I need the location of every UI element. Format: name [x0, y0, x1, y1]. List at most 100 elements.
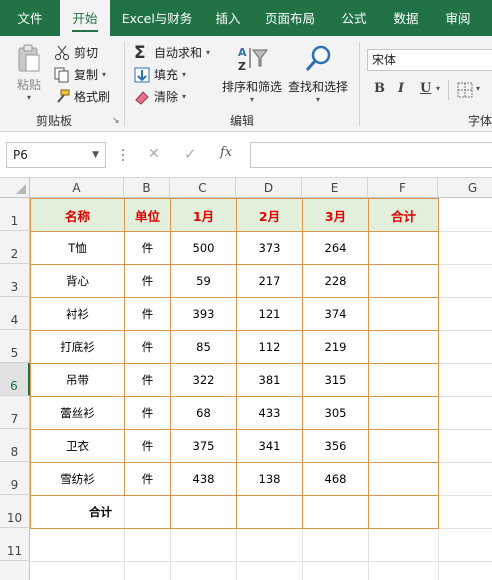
row-header-11[interactable]: 11	[0, 528, 30, 561]
table-cell-feb[interactable]: 373	[236, 231, 303, 265]
cut-button[interactable]: 剪切	[54, 44, 98, 61]
table-cell-feb[interactable]: 341	[236, 429, 303, 463]
underline-button[interactable]: U	[420, 81, 431, 96]
table-cell-unit[interactable]: 件	[124, 363, 171, 397]
table-cell-jan[interactable]: 68	[170, 396, 237, 430]
column-header-g[interactable]: G	[438, 178, 492, 198]
table-cell-mar[interactable]: 264	[302, 231, 369, 265]
fx-icon[interactable]: fx	[220, 145, 232, 160]
table-cell-total[interactable]	[368, 363, 439, 397]
select-all-corner[interactable]	[0, 178, 30, 198]
table-cell-name[interactable]: 卫衣	[30, 429, 125, 463]
underline-dropdown-icon[interactable]: ▾	[436, 84, 440, 93]
table-cell-name[interactable]: 衬衫	[30, 297, 125, 331]
column-header-c[interactable]: C	[170, 178, 236, 198]
header-cell-mar[interactable]: 3月	[302, 198, 369, 232]
table-cell-mar[interactable]: 315	[302, 363, 369, 397]
table-cell-total[interactable]	[368, 396, 439, 430]
table-cell-unit[interactable]: 件	[124, 264, 171, 298]
table-cell-unit[interactable]: 件	[124, 396, 171, 430]
row-header-10[interactable]: 10	[0, 495, 30, 528]
autosum-button[interactable]: Σ 自动求和 ▾	[134, 44, 210, 61]
table-cell-unit[interactable]: 件	[124, 429, 171, 463]
row-header-1[interactable]: 1	[0, 198, 30, 231]
format-painter-button[interactable]: 格式刷	[54, 88, 110, 105]
header-cell-jan[interactable]: 1月	[170, 198, 237, 232]
table-cell-mar[interactable]: 305	[302, 396, 369, 430]
sort-filter-button[interactable]: A Z 排序和筛选 ▾	[222, 44, 282, 104]
column-header-d[interactable]: D	[236, 178, 302, 198]
table-cell-feb[interactable]: 433	[236, 396, 303, 430]
column-header-e[interactable]: E	[302, 178, 368, 198]
tab-review[interactable]: 审阅	[438, 0, 478, 36]
table-cell-jan[interactable]: 375	[170, 429, 237, 463]
table-cell-total[interactable]	[368, 297, 439, 331]
tab-data[interactable]: 数据	[386, 0, 426, 36]
table-cell-feb[interactable]: 138	[236, 462, 303, 496]
enter-icon[interactable]: ✓	[184, 145, 197, 163]
copy-button[interactable]: 复制 ▾	[54, 66, 106, 83]
table-cell-jan[interactable]: 393	[170, 297, 237, 331]
table-cell-unit[interactable]: 件	[124, 462, 171, 496]
table-cell-jan[interactable]: 438	[170, 462, 237, 496]
table-cell-total[interactable]	[368, 429, 439, 463]
table-cell-unit[interactable]: 件	[124, 330, 171, 364]
tab-excel-finance[interactable]: Excel与财务	[117, 0, 197, 36]
row-header-5[interactable]: 5	[0, 330, 30, 363]
row-header-6[interactable]: 6	[0, 363, 30, 396]
chevron-down-icon[interactable]: ▼	[92, 143, 99, 167]
tab-home[interactable]: 开始	[60, 0, 110, 37]
header-cell-feb[interactable]: 2月	[236, 198, 303, 232]
row-header-2[interactable]: 2	[0, 231, 30, 264]
column-header-b[interactable]: B	[124, 178, 170, 198]
row-header-7[interactable]: 7	[0, 396, 30, 429]
table-cell-feb[interactable]: 121	[236, 297, 303, 331]
fill-button[interactable]: 填充 ▾	[134, 66, 186, 83]
table-cell-jan[interactable]: 322	[170, 363, 237, 397]
table-cell-jan[interactable]: 59	[170, 264, 237, 298]
table-cell-feb[interactable]: 217	[236, 264, 303, 298]
cancel-icon[interactable]: ✕	[148, 146, 160, 162]
table-cell-feb[interactable]: 112	[236, 330, 303, 364]
table-cell-name[interactable]: 雪纺衫	[30, 462, 125, 496]
table-cell-unit[interactable]: 件	[124, 297, 171, 331]
table-cell-feb[interactable]: 381	[236, 363, 303, 397]
total-cell-feb[interactable]	[236, 495, 303, 529]
table-cell-unit[interactable]: 件	[124, 231, 171, 265]
table-cell-mar[interactable]: 219	[302, 330, 369, 364]
borders-button[interactable]	[457, 82, 473, 101]
row-header-8[interactable]: 8	[0, 429, 30, 462]
table-cell-total[interactable]	[368, 462, 439, 496]
header-cell-total[interactable]: 合计	[368, 198, 439, 232]
row-header-3[interactable]: 3	[0, 264, 30, 297]
table-cell-name[interactable]: T恤	[30, 231, 125, 265]
table-cell-total[interactable]	[368, 264, 439, 298]
header-cell-unit[interactable]: 单位	[124, 198, 171, 232]
table-cell-mar[interactable]: 374	[302, 297, 369, 331]
total-cell-jan[interactable]	[170, 495, 237, 529]
header-cell-name[interactable]: 名称	[30, 198, 125, 232]
table-cell-jan[interactable]: 500	[170, 231, 237, 265]
italic-button[interactable]: I	[398, 81, 404, 96]
paste-button[interactable]: 粘贴 ▾	[12, 44, 46, 102]
bold-button[interactable]: B	[374, 81, 385, 96]
column-header-f[interactable]: F	[368, 178, 438, 198]
total-label-cell[interactable]: 合计	[30, 495, 171, 529]
table-cell-jan[interactable]: 85	[170, 330, 237, 364]
formula-input[interactable]	[250, 142, 492, 168]
clear-button[interactable]: 清除 ▾	[134, 88, 186, 105]
tab-insert[interactable]: 插入	[206, 0, 250, 36]
name-box[interactable]: P6 ▼	[6, 142, 106, 168]
find-select-button[interactable]: 查找和选择 ▾	[288, 44, 348, 104]
total-cell-mar[interactable]	[302, 495, 369, 529]
table-cell-name[interactable]: 吊带	[30, 363, 125, 397]
total-cell-total[interactable]	[368, 495, 439, 529]
row-header-12[interactable]	[0, 561, 30, 580]
row-header-4[interactable]: 4	[0, 297, 30, 330]
table-cell-mar[interactable]: 356	[302, 429, 369, 463]
table-cell-name[interactable]: 蕾丝衫	[30, 396, 125, 430]
tab-page-layout[interactable]: 页面布局	[258, 0, 322, 36]
font-name-box[interactable]: 宋体	[367, 49, 492, 71]
table-cell-mar[interactable]: 228	[302, 264, 369, 298]
table-cell-name[interactable]: 背心	[30, 264, 125, 298]
